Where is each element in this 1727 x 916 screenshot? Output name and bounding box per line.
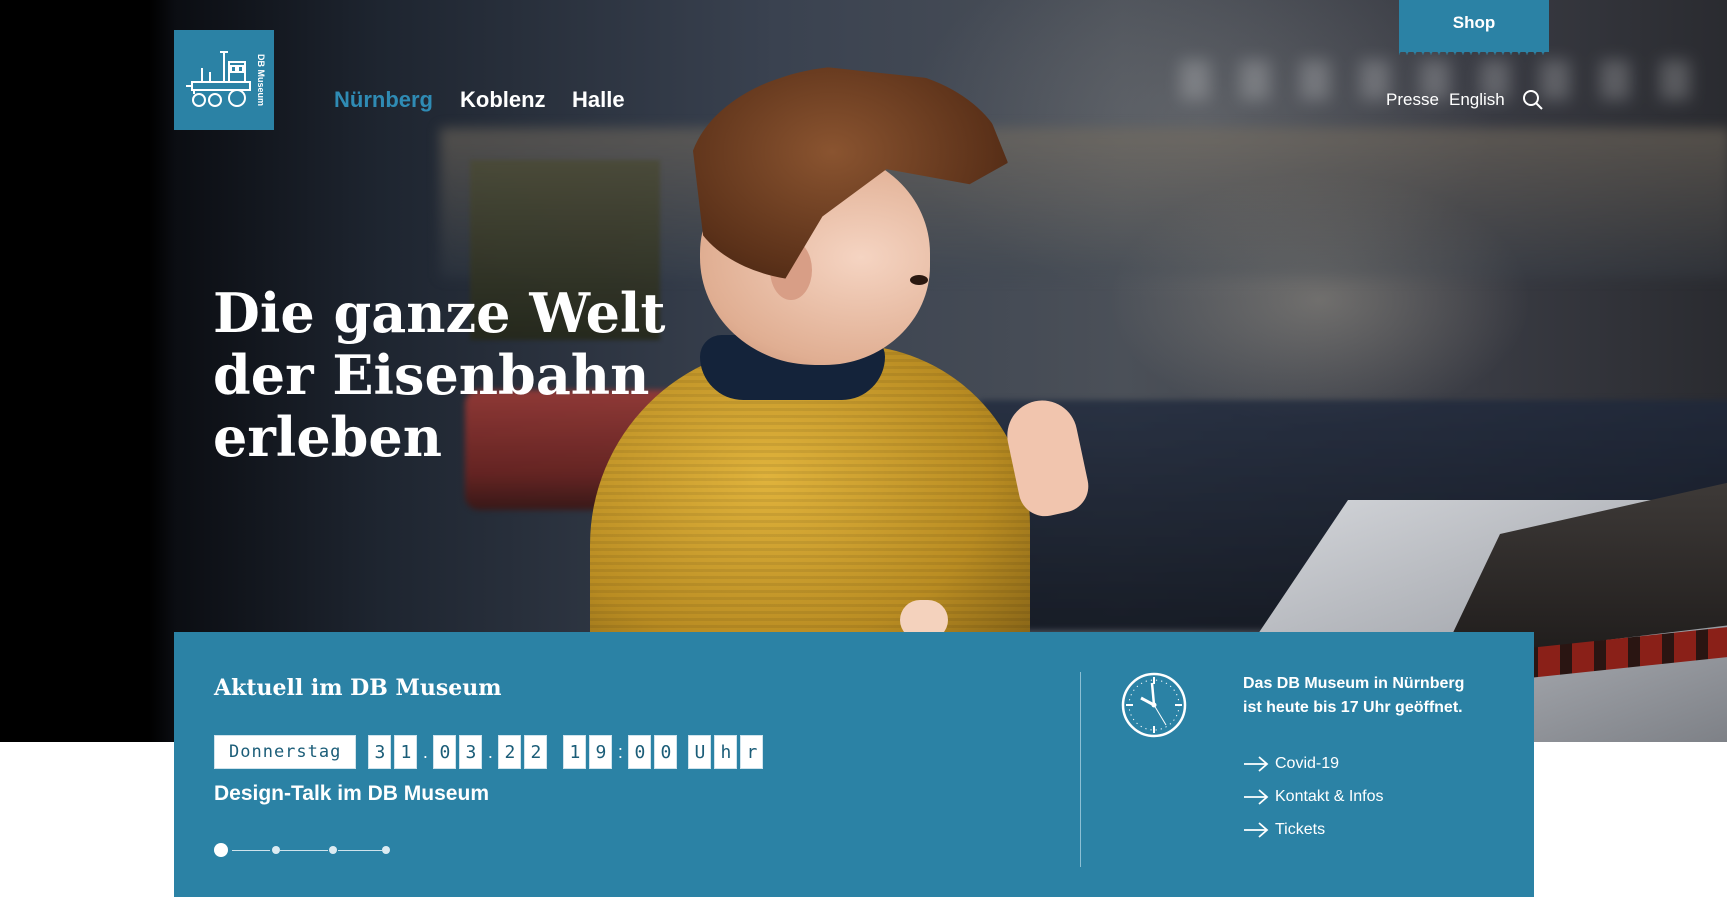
shop-zigzag-edge — [1399, 47, 1549, 55]
event-day: Donnerstag — [214, 735, 357, 769]
hero-title-line: Die ganze Welt — [213, 281, 666, 345]
shop-button[interactable]: Shop — [1399, 0, 1549, 52]
link-kontakt[interactable]: Kontakt & Infos — [1243, 785, 1384, 809]
slider-dot[interactable] — [329, 846, 337, 854]
db-museum-logo[interactable]: DB Museum — [174, 30, 274, 130]
date-digit: 3 — [368, 735, 392, 769]
slider-dot[interactable] — [382, 846, 390, 854]
date-digit: 1 — [394, 735, 418, 769]
event-title[interactable]: Design-Talk im DB Museum — [214, 782, 489, 806]
link-label: Kontakt & Infos — [1275, 788, 1384, 805]
time-digit: 9 — [589, 735, 613, 769]
shop-label: Shop — [1452, 13, 1496, 32]
date-separator: . — [487, 741, 493, 762]
panel-title: Aktuell im DB Museum — [214, 675, 502, 701]
nav-koblenz[interactable]: Koblenz — [460, 87, 546, 113]
clock-icon — [1121, 672, 1187, 738]
time-separator: : — [617, 741, 623, 762]
arrow-right-icon — [1244, 756, 1269, 772]
search-icon[interactable] — [1521, 88, 1545, 112]
unit-letter: r — [740, 735, 764, 769]
event-date-time: Donnerstag 3 1 . 0 3 . 2 2 1 9 : 0 0 U h… — [214, 735, 766, 769]
child-eye — [910, 275, 928, 285]
panel-divider — [1080, 672, 1081, 867]
date-separator: . — [422, 741, 428, 762]
ceiling-lights — [1180, 60, 1700, 100]
slider-dot[interactable] — [214, 843, 228, 857]
locomotive-logo-icon: DB Museum — [186, 51, 266, 107]
hero-title-line: der Eisenbahn — [213, 343, 650, 407]
date-digit: 2 — [498, 735, 522, 769]
logo-text: DB Museum — [256, 54, 266, 106]
language-switch[interactable]: English — [1449, 90, 1505, 110]
time-digit: 0 — [628, 735, 652, 769]
link-label: Tickets — [1275, 821, 1326, 838]
presse-link[interactable]: Presse — [1386, 90, 1439, 110]
time-digit: 1 — [563, 735, 587, 769]
hero-title-line: erleben — [213, 405, 443, 469]
unit-letter: h — [714, 735, 738, 769]
opening-hours-text: Das DB Museum in Nürnberg ist heute bis … — [1243, 672, 1503, 720]
unit-letter: U — [688, 735, 712, 769]
info-panel: Aktuell im DB Museum Donnerstag 3 1 . 0 … — [174, 632, 1534, 897]
date-digit: 2 — [524, 735, 548, 769]
link-label: Covid-19 — [1275, 755, 1340, 772]
arrow-right-icon — [1244, 822, 1269, 838]
time-digit: 0 — [654, 735, 678, 769]
opening-line: Das DB Museum in Nürnberg — [1243, 675, 1465, 692]
opening-line: ist heute bis 17 Uhr geöffnet. — [1243, 699, 1463, 716]
hero-title: Die ganze Welt der Eisenbahn erleben — [213, 282, 733, 468]
slider-pagination — [214, 841, 414, 861]
nav-nuernberg[interactable]: Nürnberg — [334, 87, 433, 113]
date-digit: 0 — [433, 735, 457, 769]
slider-dot[interactable] — [272, 846, 280, 854]
date-digit: 3 — [459, 735, 483, 769]
link-tickets[interactable]: Tickets — [1243, 818, 1325, 842]
link-covid[interactable]: Covid-19 — [1243, 752, 1339, 776]
hero-shadow — [0, 0, 175, 742]
arrow-right-icon — [1244, 789, 1269, 805]
nav-halle[interactable]: Halle — [572, 87, 625, 113]
